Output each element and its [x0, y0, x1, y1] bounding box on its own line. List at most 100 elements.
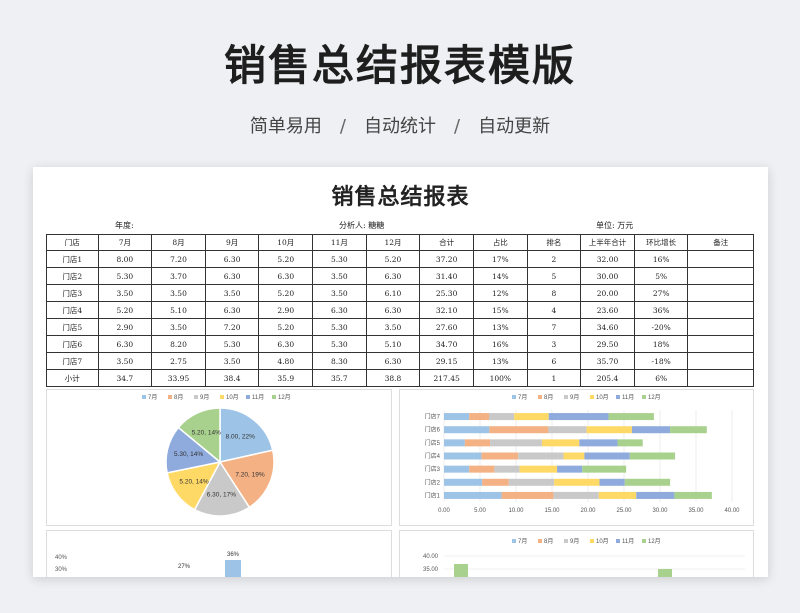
bar-segment	[563, 452, 585, 460]
legend-swatch	[220, 395, 224, 399]
table-cell: 33.95	[151, 369, 206, 387]
table-cell: 5	[526, 267, 582, 285]
table-cell	[687, 369, 754, 387]
table-cell: 门店2	[46, 267, 99, 285]
table-cell: 37.20	[419, 250, 474, 268]
table-cell: 3.50	[97, 352, 153, 370]
bar-segment	[482, 478, 509, 486]
y-tick-label: 门店6	[425, 426, 441, 434]
legend-label: 10月	[226, 394, 239, 401]
table-cell: 4.80	[258, 352, 314, 370]
bar-segment	[444, 426, 490, 434]
table-cell: 31.40	[419, 267, 474, 285]
table-cell: 2.75	[151, 352, 206, 370]
x-tick-label: 0.00	[438, 508, 450, 514]
table-cell: 35.9	[258, 369, 314, 387]
bar-segment	[481, 452, 519, 460]
bar-segment	[582, 465, 627, 473]
legend-label: 8月	[544, 394, 553, 401]
table-cell: 3.50	[312, 267, 367, 285]
bar-segment	[514, 413, 549, 421]
stacked-bar-chart: 7月 8月 9月 10月 11月 12月 0.00 5.00 10.00 15.00 20.00 25…	[425, 394, 741, 514]
column-chart: 7月 8月 9月 10月 11月 12月 40.00 35.00	[423, 538, 745, 577]
bar	[454, 564, 468, 577]
column-header: 9月	[204, 234, 260, 251]
year-label: 年度:	[115, 221, 134, 230]
legend-swatch	[142, 395, 146, 399]
table-cell: 6.30	[258, 267, 314, 285]
table-cell: 4	[526, 301, 582, 319]
legend-label: 7月	[518, 394, 527, 401]
table-cell: 5.20	[97, 301, 153, 319]
bar-segment	[518, 452, 564, 460]
table-cell: -18%	[633, 352, 689, 370]
legend-swatch	[590, 539, 594, 543]
bar-segment	[490, 439, 542, 447]
x-tick-label: 10.00	[508, 508, 524, 514]
table-cell: 6.30	[365, 267, 421, 285]
table-cell: 5.30	[97, 267, 153, 285]
bar-segment	[444, 413, 470, 421]
bar-segment	[553, 491, 599, 499]
table-cell: 30.00	[580, 267, 635, 285]
legend-swatch	[272, 395, 276, 399]
legend-label: 10月	[596, 394, 609, 401]
table-cell: 23.60	[580, 301, 635, 319]
ratio-bar-chart: 40% 30% 36% 27%	[55, 552, 241, 577]
pie-data-label: 5.30, 14%	[174, 451, 203, 458]
table-cell: 门店7	[46, 352, 99, 370]
subtitle-item: 简单易用	[249, 116, 322, 137]
column-header: 上半年合计	[580, 234, 635, 251]
bar-segment	[579, 439, 618, 447]
table-cell	[687, 352, 754, 370]
x-tick-label: 30.00	[652, 508, 668, 514]
table-cell: 15%	[472, 301, 528, 319]
table-cell: 3.50	[365, 318, 421, 336]
legend-label: 9月	[570, 394, 579, 401]
table-cell: 7	[526, 318, 582, 336]
table-cell	[687, 318, 754, 336]
y-tick-label: 30%	[55, 567, 68, 573]
table-cell: 29.15	[419, 352, 474, 370]
legend-label: 12月	[648, 394, 661, 401]
legend-swatch	[538, 539, 542, 543]
page-title: 销售总结报表模版	[223, 41, 576, 90]
table-cell: 17%	[472, 250, 528, 268]
y-tick-label: 门店2	[425, 478, 441, 486]
table-cell: 3.50	[97, 284, 153, 302]
table-cell: 100%	[472, 369, 528, 387]
table-cell: 5.20	[258, 284, 314, 302]
legend-swatch	[512, 539, 516, 543]
x-tick-label: 15.00	[544, 508, 560, 514]
table-row: 小计 34.7 33.95 38.4 35.9 35.7 38.8 217.45 100% 1 20…	[46, 369, 754, 387]
bar-segment	[631, 426, 671, 434]
legend-swatch	[564, 395, 568, 399]
table-row: 门店4 5.20 5.10 6.30 2.90 6.30 6.30 32.10 15% 4 23.6…	[46, 301, 754, 319]
table-cell: 35.70	[580, 352, 635, 370]
table-cell: 门店1	[46, 250, 99, 268]
y-tick-label: 40%	[55, 555, 68, 561]
table-cell: 8.00	[97, 250, 153, 268]
bar-segment	[444, 465, 470, 473]
bar-segment	[444, 452, 482, 460]
bar-segment	[444, 439, 465, 447]
table-cell: 5.10	[365, 335, 421, 353]
bar	[658, 569, 672, 577]
pie-data-label: 7.20, 19%	[235, 471, 264, 478]
table-cell: 25.30	[419, 284, 474, 302]
column-header: 环比增长	[633, 234, 689, 251]
legend-swatch	[616, 539, 620, 543]
table-cell: 36%	[633, 301, 689, 319]
table-cell: 7.20	[204, 318, 260, 336]
table-cell: 3.50	[151, 318, 206, 336]
table-cell: 3	[526, 335, 582, 353]
x-tick-label: 25.00	[616, 508, 632, 514]
legend-swatch	[512, 395, 516, 399]
table-cell: 29.50	[580, 335, 635, 353]
bar-segment	[508, 478, 555, 486]
column-header: 11月	[312, 234, 367, 251]
bar-data-label: 36%	[227, 552, 240, 558]
pie-data-label: 5.20, 14%	[192, 430, 221, 437]
bar-segment	[489, 426, 549, 434]
sales-table: 门店 7月 8月 9月 10月 11月 12月 合计 占比 排名 上半年合计 环比增长 备注 门店1 8.…	[46, 234, 754, 387]
